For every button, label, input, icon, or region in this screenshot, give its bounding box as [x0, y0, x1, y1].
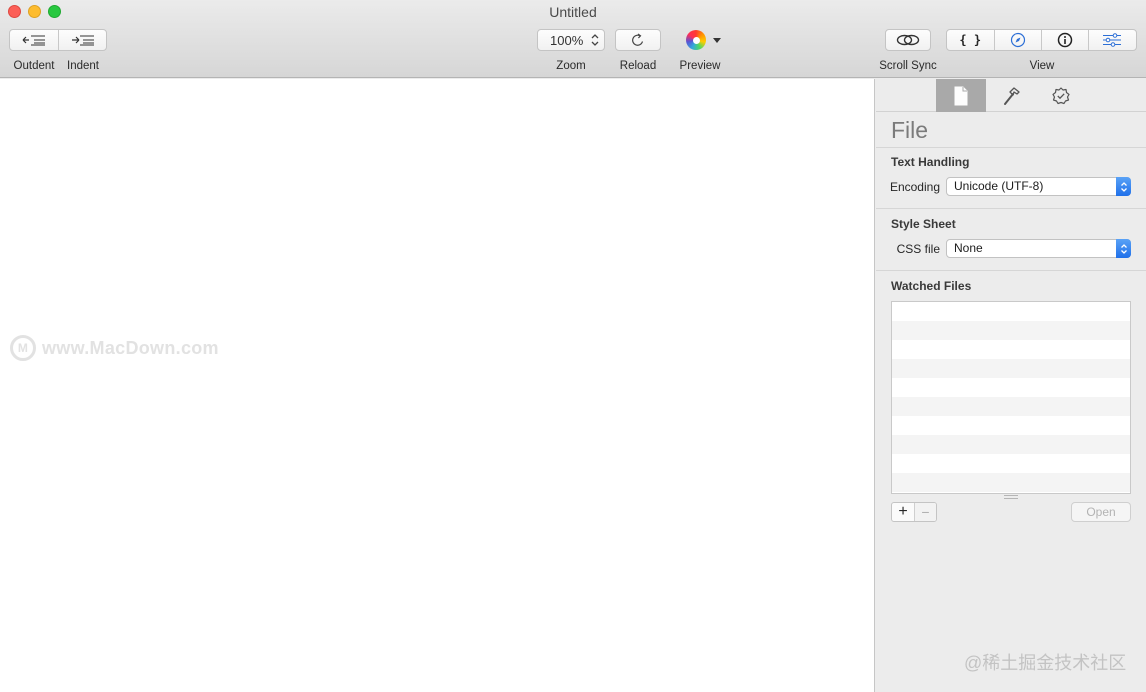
view-preview-button[interactable]	[993, 30, 1042, 50]
outdent-label: Outdent	[13, 60, 55, 72]
list-row	[892, 359, 1130, 378]
zoom-value: 100%	[550, 32, 584, 48]
tab-compliance[interactable]	[1036, 79, 1086, 112]
view-label: View	[1029, 60, 1055, 72]
open-button[interactable]: Open	[1071, 502, 1131, 522]
encoding-value: Unicode (UTF-8)	[954, 179, 1044, 193]
inspector-title: File	[891, 117, 929, 143]
dropdown-triangle-icon	[713, 38, 721, 43]
view-code-button[interactable]: { }	[947, 30, 994, 50]
watched-files-list[interactable]	[891, 301, 1131, 494]
zoom-label: Zoom	[556, 60, 586, 72]
list-row	[892, 435, 1130, 454]
compass-icon	[1010, 32, 1025, 48]
list-row	[892, 492, 1130, 493]
watched-files-heading: Watched Files	[891, 279, 972, 293]
list-row	[892, 302, 1130, 321]
list-row	[892, 378, 1130, 397]
css-file-value: None	[954, 241, 983, 255]
braces-icon: { }	[959, 33, 982, 47]
inspector-sidebar: File Text Handling Encoding Unicode (UTF…	[876, 79, 1146, 692]
document-icon	[954, 86, 968, 105]
view-settings-button[interactable]	[1087, 30, 1136, 50]
add-remove-control: + −	[891, 502, 937, 522]
source-watermark: @稀土掘金技术社区	[964, 653, 1127, 673]
link-rings-icon	[896, 34, 920, 46]
info-icon	[1057, 32, 1072, 48]
list-row	[892, 473, 1130, 492]
list-row	[892, 454, 1130, 473]
add-file-button[interactable]: +	[892, 503, 914, 521]
markdown-editor[interactable]: M www.MacDown.com	[0, 79, 875, 692]
outdent-button[interactable]	[10, 30, 58, 50]
divider	[876, 147, 1146, 148]
watermark: M www.MacDown.com	[10, 335, 219, 361]
toolbar: Untitled Outdent Indent 100% Zoom Reload…	[0, 0, 1146, 78]
window-title: Untitled	[549, 4, 597, 20]
watermark-text: www.MacDown.com	[42, 337, 219, 358]
popup-arrows-icon	[1116, 239, 1131, 258]
divider	[876, 208, 1146, 209]
view-info-button[interactable]	[1041, 30, 1088, 50]
list-row	[892, 416, 1130, 435]
list-row	[892, 340, 1130, 359]
css-file-select[interactable]: None	[946, 239, 1131, 258]
preview-label: Preview	[679, 60, 721, 72]
indent-label: Indent	[67, 60, 99, 72]
zoom-stepper[interactable]: 100%	[537, 29, 605, 51]
outdent-icon	[22, 35, 45, 46]
text-handling-heading: Text Handling	[891, 155, 970, 169]
scroll-sync-label: Scroll Sync	[879, 60, 937, 72]
inspector-tabs	[876, 79, 1146, 112]
indent-button[interactable]	[58, 30, 106, 50]
indent-icon	[71, 35, 94, 46]
preview-button[interactable]	[686, 28, 728, 52]
popup-arrows-icon	[1116, 177, 1131, 196]
list-row	[892, 397, 1130, 416]
encoding-label: Encoding	[889, 180, 940, 194]
view-control: { }	[946, 29, 1137, 51]
hammer-icon	[1004, 86, 1020, 105]
encoding-select[interactable]: Unicode (UTF-8)	[946, 177, 1131, 196]
resize-handle[interactable]	[1004, 495, 1018, 499]
badge-check-icon	[1052, 86, 1070, 104]
tab-file[interactable]	[936, 79, 986, 112]
reload-icon	[632, 33, 644, 46]
css-file-label: CSS file	[896, 242, 940, 256]
stepper-arrows-icon	[591, 34, 599, 46]
tab-build[interactable]	[986, 79, 1036, 112]
divider	[876, 270, 1146, 271]
macdown-logo-icon: M	[10, 335, 36, 361]
scroll-sync-button[interactable]	[885, 29, 931, 51]
reload-button[interactable]	[615, 29, 661, 51]
remove-file-button[interactable]: −	[914, 503, 936, 521]
style-sheet-heading: Style Sheet	[891, 217, 956, 231]
color-wheel-icon	[686, 30, 706, 50]
reload-label: Reload	[619, 60, 657, 72]
outdent-indent-control	[9, 29, 107, 51]
sliders-icon	[1103, 33, 1122, 47]
list-row	[892, 321, 1130, 340]
